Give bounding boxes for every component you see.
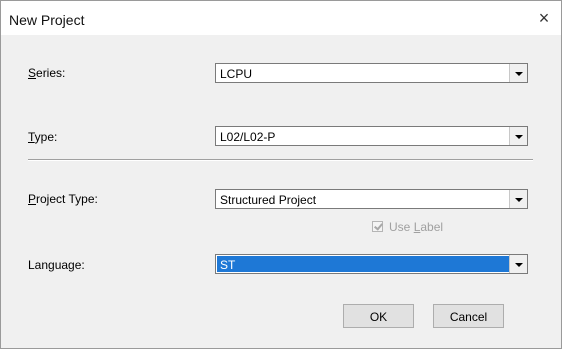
type-label-text: ype: xyxy=(34,130,58,144)
series-value: LCPU xyxy=(220,67,253,81)
project-type-dropdown[interactable]: Structured Project xyxy=(215,189,528,209)
type-dropdown[interactable]: L02/L02-P xyxy=(215,126,528,146)
series-label: Series: xyxy=(28,66,65,80)
type-label: Type: xyxy=(28,130,57,144)
separator xyxy=(28,159,533,161)
series-dropdown[interactable]: LCPU xyxy=(215,63,528,83)
title-bar[interactable]: New Project × xyxy=(1,1,561,35)
chevron-down-icon[interactable] xyxy=(509,127,527,145)
cancel-button[interactable]: Cancel xyxy=(433,304,504,328)
language-label: Language: xyxy=(28,258,85,272)
project-type-value: Structured Project xyxy=(220,193,317,207)
use-label-text-post: abel xyxy=(420,220,444,234)
project-type-label: Project Type: xyxy=(28,192,98,206)
selection-highlight xyxy=(217,256,509,272)
use-label-label: Use Label xyxy=(389,220,443,234)
type-label-mnemonic: T xyxy=(28,130,35,144)
series-label-mnemonic: S xyxy=(28,66,37,80)
project-type-label-mnemonic: P xyxy=(28,192,37,206)
ok-button[interactable]: OK xyxy=(343,304,414,328)
type-value: L02/L02-P xyxy=(220,130,276,144)
chevron-down-icon[interactable] xyxy=(509,64,527,82)
checkbox-checked-icon[interactable] xyxy=(372,221,383,232)
series-label-text: eries: xyxy=(36,66,66,80)
language-dropdown[interactable]: ST xyxy=(215,254,528,274)
dialog-title: New Project xyxy=(9,12,85,28)
new-project-dialog: New Project × Series: LCPU Type: L02/L02… xyxy=(0,0,562,349)
dialog-body: Series: LCPU Type: L02/L02-P Project Typ… xyxy=(1,35,561,348)
chevron-down-icon[interactable] xyxy=(509,255,527,273)
project-type-label-text: roject Type: xyxy=(36,192,98,206)
use-label-text-pre: Use xyxy=(389,220,414,234)
chevron-down-icon[interactable] xyxy=(509,190,527,208)
language-value: ST xyxy=(220,258,236,272)
close-icon[interactable]: × xyxy=(531,7,557,29)
